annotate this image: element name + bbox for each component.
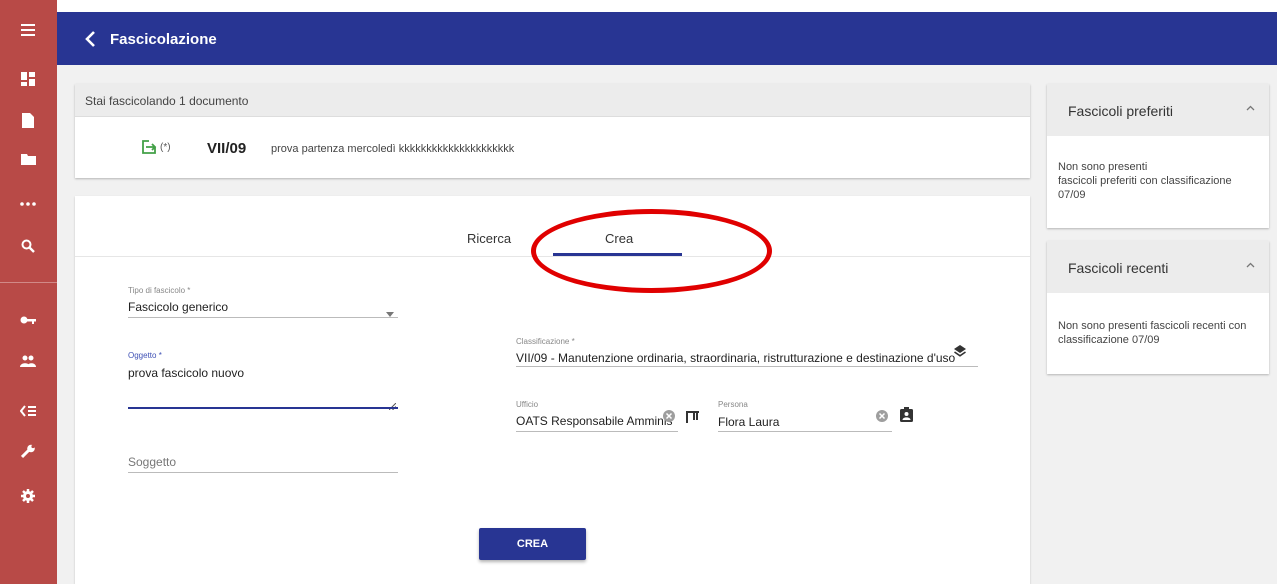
document-card-heading: Stai fascicolando 1 documento xyxy=(75,84,1030,117)
oggetto-label: Oggetto * xyxy=(128,351,162,360)
menu-icon[interactable] xyxy=(16,18,40,42)
tipo-fascicolo-select[interactable]: Fascicolo generico xyxy=(128,300,228,314)
preferiti-line-2: fascicoli preferiti con classificazione xyxy=(1058,175,1232,187)
fascicoli-recenti-card: Fascicoli recenti Non sono presenti fasc… xyxy=(1047,241,1269,374)
document-star: (*) xyxy=(160,142,171,153)
document-classification: VII/09 xyxy=(207,140,247,157)
oggetto-underline xyxy=(128,407,398,409)
more-icon[interactable] xyxy=(16,192,40,216)
tipo-fascicolo-underline xyxy=(128,317,398,318)
tab-ricerca[interactable]: Ricerca xyxy=(467,231,511,246)
soggetto-input[interactable]: Soggetto xyxy=(128,455,176,469)
users-icon[interactable] xyxy=(16,349,40,373)
topbar xyxy=(57,0,1277,65)
chevron-up-icon[interactable] xyxy=(1246,257,1255,271)
header-bar xyxy=(57,12,1277,65)
wrench-icon[interactable] xyxy=(16,439,40,463)
layers-icon[interactable] xyxy=(953,344,967,363)
back-arrow-icon[interactable] xyxy=(82,28,100,50)
ufficio-label: Ufficio xyxy=(516,400,539,409)
ufficio-underline xyxy=(516,431,678,432)
classificazione-underline xyxy=(516,366,978,367)
dashboard-icon[interactable] xyxy=(16,67,40,91)
clear-persona-icon[interactable] xyxy=(876,409,888,427)
soggetto-underline xyxy=(128,472,398,473)
ufficio-input[interactable]: OATS Responsabile Amminis xyxy=(516,414,673,428)
classificazione-input[interactable]: VII/09 - Manutenzione ordinaria, straord… xyxy=(516,351,955,365)
key-icon[interactable] xyxy=(16,308,40,332)
recenti-line-1: Non sono presenti fascicoli recenti con xyxy=(1058,320,1247,332)
sidebar xyxy=(0,0,57,584)
page-title: Fascicolazione xyxy=(110,31,217,48)
fascicoli-recenti-header[interactable]: Fascicoli recenti xyxy=(1047,241,1269,293)
tipo-fascicolo-label: Tipo di fascicolo * xyxy=(128,286,191,295)
fascicoli-preferiti-title: Fascicoli preferiti xyxy=(1068,103,1174,119)
preferiti-line-3: 07/09 xyxy=(1058,189,1086,201)
crea-button[interactable]: CREA xyxy=(479,528,586,560)
fascicoli-recenti-body: Non sono presenti fascicoli recenti con … xyxy=(1047,319,1258,347)
outgoing-document-icon xyxy=(141,139,157,155)
fascicoli-preferiti-header[interactable]: Fascicoli preferiti xyxy=(1047,84,1269,136)
chevron-up-icon[interactable] xyxy=(1246,100,1255,114)
list-icon[interactable] xyxy=(16,399,40,423)
recenti-line-2: classificazione 07/09 xyxy=(1058,334,1160,346)
document-card: Stai fascicolando 1 documento (*) VII/09… xyxy=(75,84,1030,178)
clear-ufficio-icon[interactable] xyxy=(663,409,675,427)
gear-icon[interactable] xyxy=(16,484,40,508)
office-building-icon[interactable] xyxy=(686,410,699,428)
fascicoli-preferiti-card: Fascicoli preferiti Non sono presenti fa… xyxy=(1047,84,1269,228)
highlight-circle xyxy=(531,209,772,293)
fascicoli-preferiti-body: Non sono presenti fascicoli preferiti co… xyxy=(1047,160,1244,202)
persona-underline xyxy=(718,431,892,432)
classificazione-label: Classificazione * xyxy=(516,337,575,346)
search-icon[interactable] xyxy=(16,234,40,258)
preferiti-line-1: Non sono presenti xyxy=(1058,161,1148,173)
document-description: prova partenza mercoledì kkkkkkkkkkkkkkk… xyxy=(271,143,515,155)
persona-label: Persona xyxy=(718,400,748,409)
document-icon[interactable] xyxy=(16,108,40,132)
chevron-down-icon[interactable] xyxy=(386,304,394,322)
persona-input[interactable]: Flora Laura xyxy=(718,415,779,429)
sidebar-divider xyxy=(0,282,57,283)
oggetto-textarea[interactable]: prova fascicolo nuovo xyxy=(128,366,244,380)
folder-icon[interactable] xyxy=(16,147,40,171)
person-badge-icon[interactable] xyxy=(900,407,913,427)
resize-handle-icon[interactable] xyxy=(388,397,397,415)
fascicoli-recenti-title: Fascicoli recenti xyxy=(1068,260,1169,276)
